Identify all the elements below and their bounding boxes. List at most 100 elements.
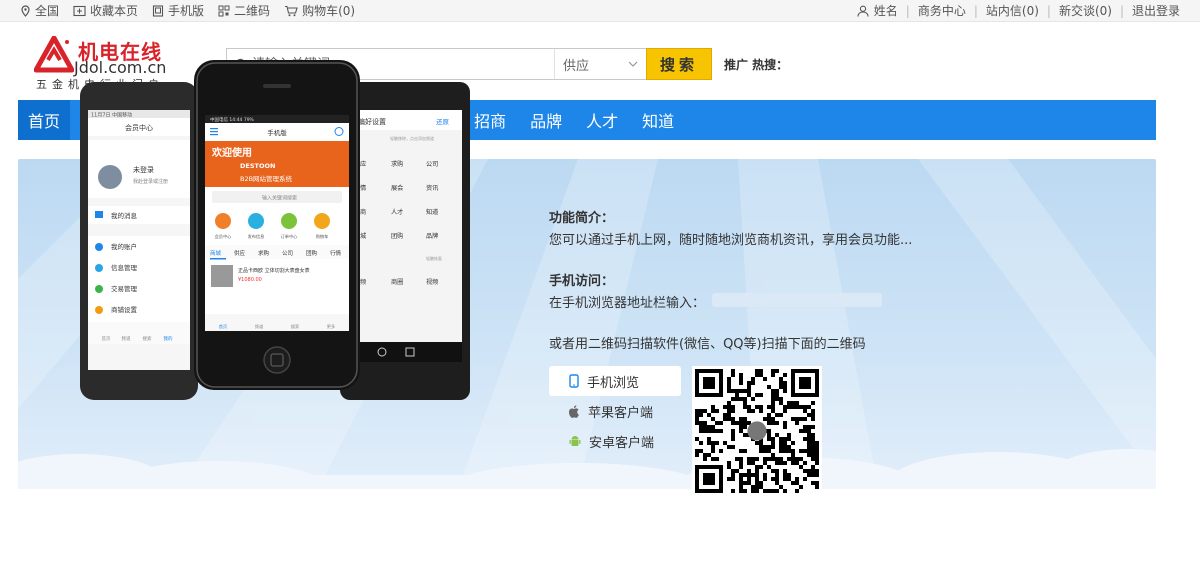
center-item-title: 正品卡西欧 立体切割大表盘女表 bbox=[238, 267, 310, 274]
top-link-messages[interactable]: 站内信(0) bbox=[986, 2, 1039, 19]
left-menu-item: 商铺设置 bbox=[111, 305, 138, 314]
chevron-down-icon bbox=[628, 61, 638, 67]
username-label: 姓名 bbox=[873, 4, 898, 18]
center-banner-title: 欢迎使用 bbox=[211, 146, 252, 159]
download-option-label: 苹果客户端 bbox=[588, 405, 654, 421]
center-phone: 中国电信 14:44 79% 手机版 欢迎使用 DESTOON B2B网站管理系… bbox=[194, 60, 360, 390]
channel-label: 应 bbox=[360, 160, 366, 168]
channel-label: 视频 bbox=[426, 278, 438, 286]
search-category-select[interactable]: 供应 bbox=[554, 49, 646, 79]
left-tab-label: 搜索 bbox=[143, 335, 152, 342]
download-options: 手机浏览 苹果客户端 安卓客户端 bbox=[549, 366, 681, 456]
divider: | bbox=[1119, 3, 1124, 18]
center-icon-label: 发布信息 bbox=[248, 233, 265, 240]
qr-hint-text: 或者用二维码扫描软件(微信、QQ等)扫描下面的二维码 bbox=[549, 337, 866, 352]
left-tab-label: 首页 bbox=[102, 335, 111, 342]
center-banner-sub: B2B网站管理系统 bbox=[240, 174, 293, 183]
top-link-chat[interactable]: 新交谈(0) bbox=[1059, 2, 1112, 19]
channel-label: 知道 bbox=[426, 208, 438, 216]
apple-icon bbox=[569, 404, 579, 418]
left-menu-item: 我的账户 bbox=[111, 242, 137, 251]
center-tab-label: 公司 bbox=[282, 250, 293, 257]
channel-label: 情 bbox=[360, 184, 366, 192]
center-banner-brand: DESTOON bbox=[240, 162, 275, 170]
left-phone: 11月7日 中国移动 会员中心 未登录 我赴登录或注册 我的消息 我的账户 信息… bbox=[80, 82, 198, 400]
center-bottom-label: 搜索 bbox=[291, 323, 299, 330]
left-menu-item: 我的消息 bbox=[111, 211, 138, 220]
center-tab-label: 团购 bbox=[306, 249, 318, 257]
left-user-name: 未登录 bbox=[133, 165, 154, 174]
mobile-url-redacted bbox=[712, 293, 882, 307]
top-link-region[interactable]: 全国 bbox=[20, 2, 59, 19]
left-tab-label: 频道 bbox=[122, 335, 131, 342]
center-bottom-label: 首页 bbox=[219, 323, 227, 330]
top-bar: 全国 收藏本页 手机版 二维码 购物车(0) 姓名 | 商务中心 | 站内信(0… bbox=[0, 0, 1200, 22]
top-link-mobile[interactable]: 手机版 bbox=[152, 2, 204, 19]
top-link-label: 手机版 bbox=[168, 4, 205, 18]
top-link-business-center[interactable]: 商务中心 bbox=[918, 2, 966, 19]
top-link-username[interactable]: 姓名 bbox=[857, 2, 898, 19]
center-bottom-label: 频道 bbox=[255, 323, 264, 330]
top-link-label: 购物车(0) bbox=[302, 4, 356, 18]
right-restore-label: 还原 bbox=[436, 118, 450, 126]
center-tab-label: 行情 bbox=[330, 249, 342, 257]
center-icon-label: 订单中心 bbox=[281, 233, 299, 240]
left-menu-item: 交易管理 bbox=[111, 284, 138, 293]
qrcode-icon bbox=[218, 5, 230, 16]
right-screen-title: 偏好设置 bbox=[358, 117, 386, 126]
top-link-logout[interactable]: 退出登录 bbox=[1132, 2, 1180, 19]
center-tab-label: 求购 bbox=[258, 249, 270, 257]
top-bar-right: 姓名 | 商务中心 | 站内信(0) | 新交谈(0) | 退出登录 bbox=[857, 2, 1180, 19]
nav-item-qa[interactable]: 知道 bbox=[630, 100, 686, 140]
left-screen-title: 会员中心 bbox=[125, 123, 153, 132]
center-tab-label: 商城 bbox=[210, 249, 222, 257]
channel-label: 求购 bbox=[391, 160, 403, 168]
download-option-mobile[interactable]: 手机浏览 bbox=[549, 366, 681, 396]
right-more-hint: 轻触恢复 bbox=[426, 255, 442, 261]
channel-label: 公司 bbox=[426, 161, 438, 168]
hot-search-label: 推广 热搜： bbox=[724, 58, 789, 72]
left-menu-item: 信息管理 bbox=[111, 263, 138, 272]
user-icon bbox=[857, 5, 869, 17]
left-user-sub: 我赴登录或注册 bbox=[133, 178, 168, 185]
download-option-android[interactable]: 安卓客户端 bbox=[549, 426, 681, 456]
nav-item-talent[interactable]: 人才 bbox=[574, 100, 630, 140]
site-qrcode bbox=[692, 366, 822, 496]
top-link-qrcode[interactable]: 二维码 bbox=[218, 2, 270, 19]
search-category-value: 供应 bbox=[563, 58, 590, 74]
location-pin-icon bbox=[21, 4, 30, 17]
mobile-icon bbox=[569, 374, 579, 388]
divider: | bbox=[1046, 3, 1051, 18]
nav-item-brand[interactable]: 品牌 bbox=[518, 100, 574, 140]
channel-label: 商圈 bbox=[391, 278, 403, 286]
left-tab-label: 我的 bbox=[164, 335, 173, 342]
channel-label: 资讯 bbox=[426, 184, 438, 192]
center-screen-title: 手机版 bbox=[267, 128, 287, 137]
divider: | bbox=[973, 3, 978, 18]
phones-illustration: 11月7日 中国移动 会员中心 未登录 我赴登录或注册 我的消息 我的账户 信息… bbox=[80, 60, 470, 400]
bookmark-icon bbox=[73, 5, 86, 16]
right-hint: 轻触移除，点击添加频道 bbox=[390, 135, 434, 141]
mobile-icon bbox=[152, 4, 164, 17]
top-link-bookmark[interactable]: 收藏本页 bbox=[73, 2, 138, 19]
channel-label: 品牌 bbox=[426, 232, 438, 240]
center-status-text: 中国电信 14:44 79% bbox=[210, 116, 255, 123]
android-icon bbox=[569, 435, 581, 446]
top-link-label: 二维码 bbox=[234, 4, 271, 18]
left-status-text: 11月7日 中国移动 bbox=[91, 112, 132, 119]
center-icon-label: 会员中心 bbox=[215, 233, 233, 240]
intro-title: 功能简介： bbox=[549, 211, 615, 226]
top-link-cart[interactable]: 购物车(0) bbox=[284, 2, 355, 19]
center-icon-label: 购物车 bbox=[316, 233, 329, 240]
download-option-label: 手机浏览 bbox=[587, 375, 640, 391]
download-option-label: 安卓客户端 bbox=[589, 435, 655, 451]
channel-label: 团购 bbox=[391, 232, 403, 240]
center-item-price: ¥1080.00 bbox=[238, 277, 262, 283]
top-link-label: 收藏本页 bbox=[90, 4, 139, 18]
visit-title: 手机访问： bbox=[549, 274, 615, 289]
divider: | bbox=[905, 3, 910, 18]
channel-label: 展会 bbox=[391, 184, 403, 192]
top-bar-left: 全国 收藏本页 手机版 二维码 购物车(0) bbox=[20, 2, 369, 19]
search-button[interactable]: 搜索 bbox=[646, 48, 712, 80]
download-option-ios[interactable]: 苹果客户端 bbox=[549, 396, 681, 426]
